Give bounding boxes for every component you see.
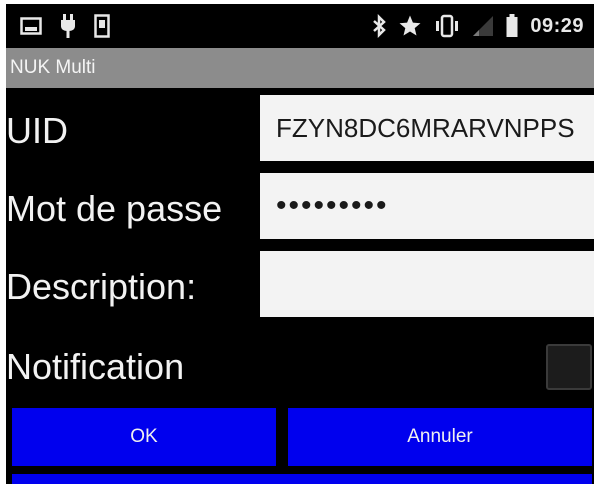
battery-icon [506,14,518,38]
status-left-icons [20,4,110,48]
signal-icon [472,15,494,37]
password-label: Mot de passe [6,188,223,229]
star-icon [398,14,422,38]
password-field[interactable]: ••••••••• [260,173,594,239]
vibrate-icon [434,14,460,38]
phone-screen: 09:29 NUK Multi UID FZYN8DC6MRARVNPPS Mo… [6,4,594,484]
bluetooth-icon [372,14,387,38]
cancel-button[interactable]: Annuler [288,408,592,466]
image-icon [20,16,42,36]
next-button-partial[interactable] [12,474,592,484]
plug-icon [60,14,76,38]
status-bar: 09:29 [6,4,594,48]
status-right-icons: 09:29 [372,4,584,48]
phone-icon [94,14,110,38]
notification-label: Notification [6,346,185,387]
status-clock: 09:29 [530,14,584,37]
app-title: NUK Multi [10,57,96,78]
uid-label: UID [6,110,68,151]
uid-field[interactable]: FZYN8DC6MRARVNPPS [260,95,594,161]
title-bar: NUK Multi [6,48,594,88]
description-label: Description: [6,266,197,307]
description-field[interactable] [260,251,594,317]
notification-checkbox[interactable] [546,344,592,390]
ok-button[interactable]: OK [12,408,276,466]
